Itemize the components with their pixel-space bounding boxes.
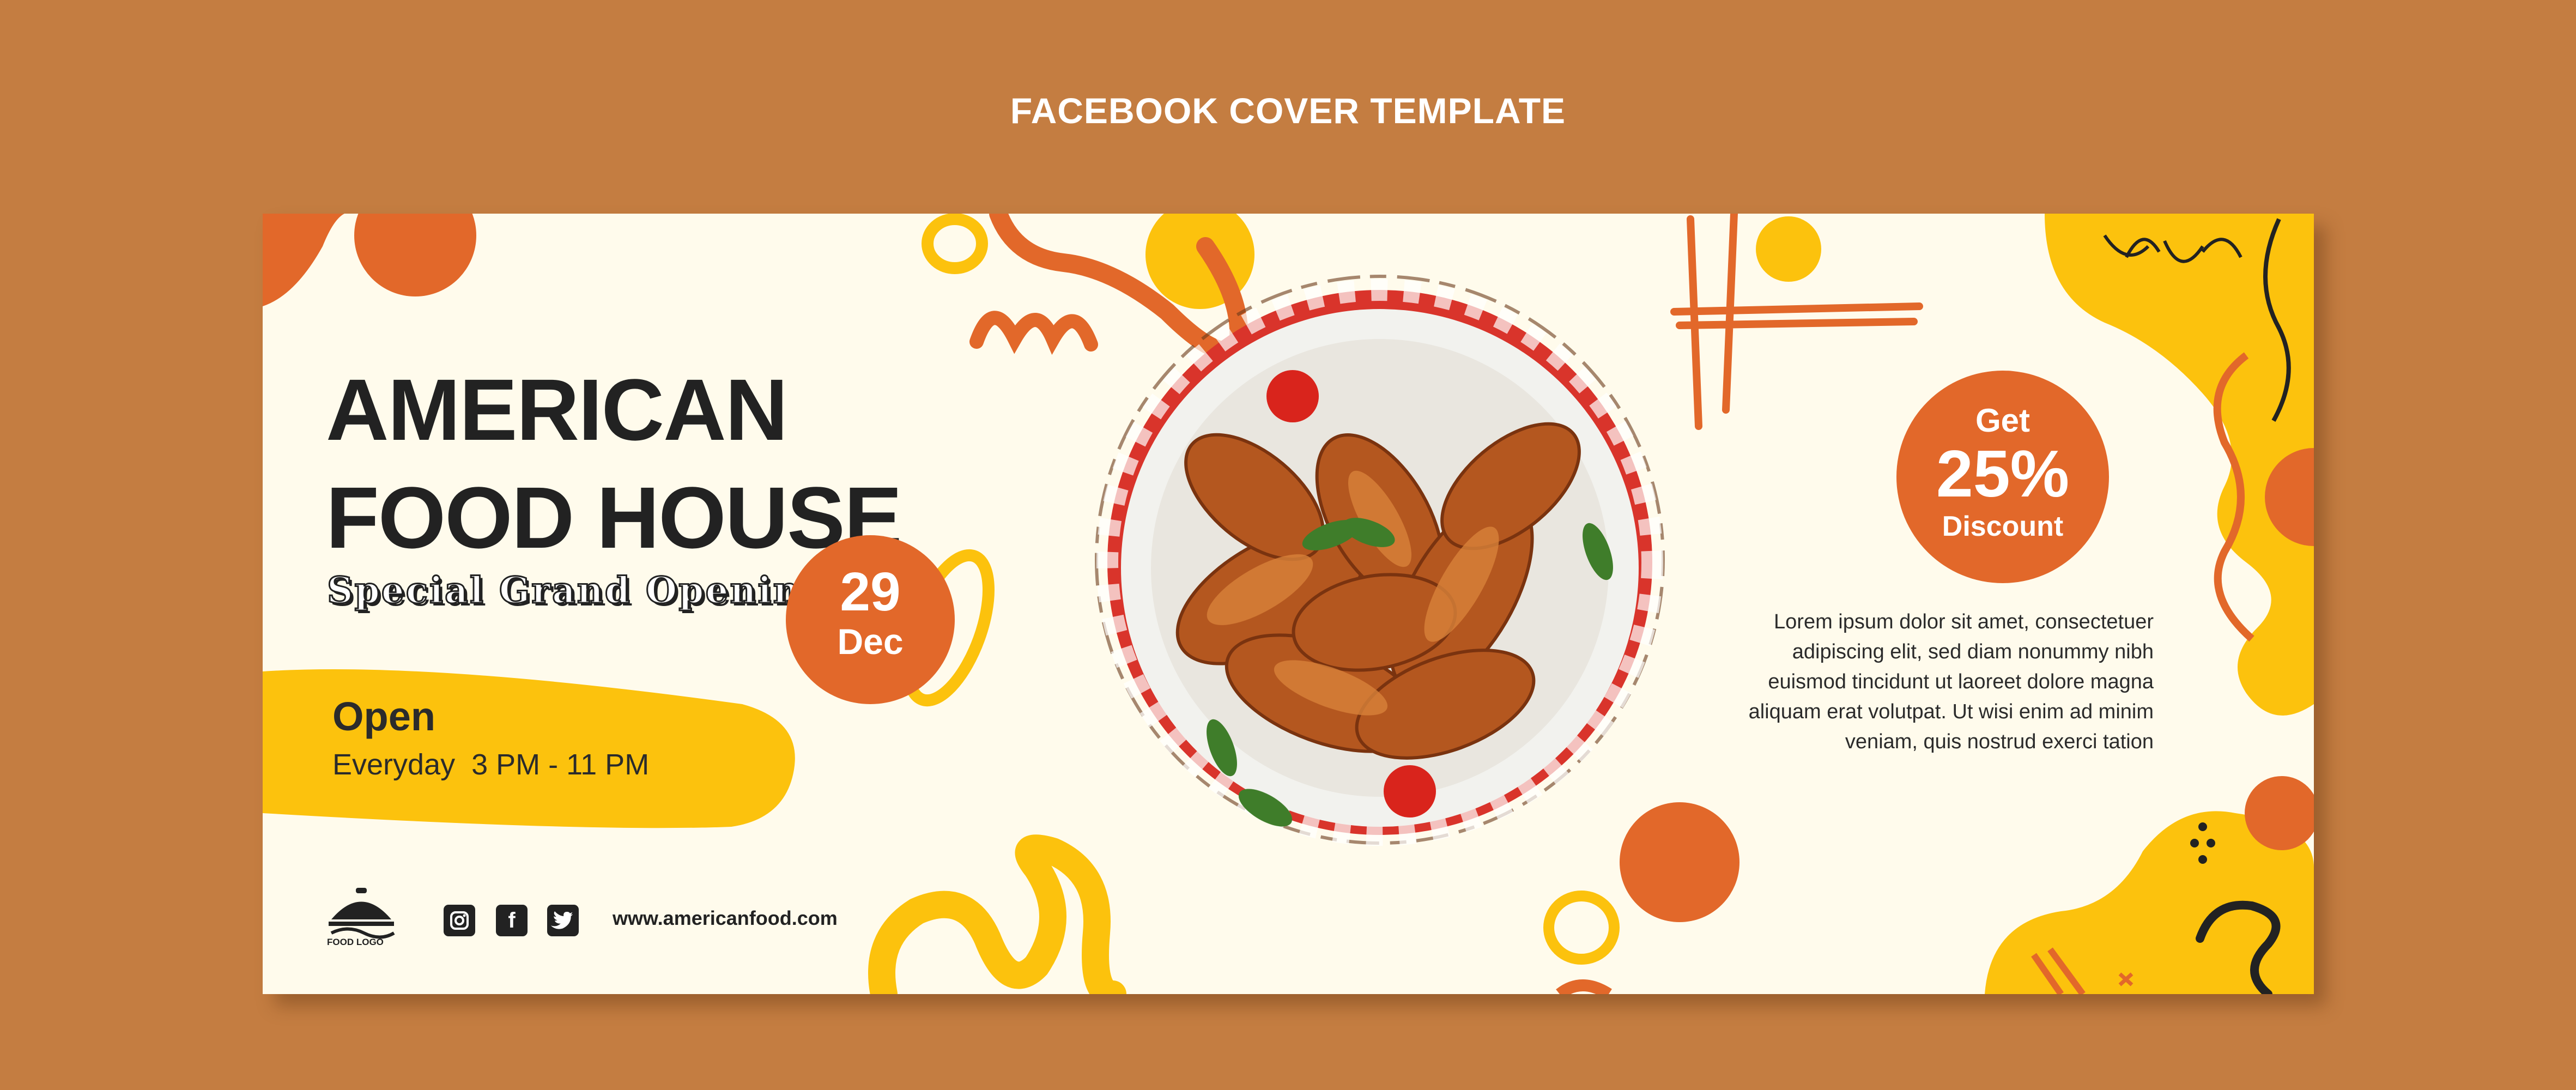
yellow-circle-topright (1756, 216, 1821, 282)
date-month: Dec (837, 621, 904, 662)
orange-wave-top (969, 311, 1098, 355)
date-badge: 29 Dec (786, 535, 955, 704)
orange-circle-topleft (354, 214, 476, 296)
logo-text: FOOD LOGO (327, 937, 384, 947)
tomato-bottom (1384, 765, 1436, 818)
body-text: Lorem ipsum dolor sit amet, consectetuer… (1707, 607, 2154, 757)
instagram-icon[interactable] (444, 905, 475, 936)
open-label: Open (332, 694, 436, 739)
body-line: adipiscing elit, sed diam nonummy nibh (1792, 640, 2154, 663)
twitter-icon[interactable] (547, 905, 579, 936)
tomato-top (1266, 370, 1319, 422)
orange-arc-bottom (1556, 979, 1612, 994)
discount-bottom: Discount (1942, 511, 2064, 542)
facebook-icon[interactable]: f (496, 905, 528, 936)
discount-top: Get (1975, 402, 2031, 439)
open-hours: Everyday 3 PM - 11 PM (332, 748, 650, 781)
website-link[interactable]: www.americanfood.com (613, 907, 838, 930)
body-line: aliquam erat volutpat. Ut wisi enim ad m… (1748, 700, 2154, 723)
yellow-squiggle-bottom (868, 834, 1126, 994)
yellow-ring-bottom (1543, 891, 1620, 965)
facebook-cover: AMERICAN FOOD HOUSE Special Grand Openin… (263, 214, 2314, 994)
body-line: veniam, quis nostrud exerci tation (1845, 730, 2154, 753)
subtitle: Special Grand Opening (326, 568, 828, 613)
orange-blob-topleft (263, 214, 344, 306)
discount-value: 25% (1936, 437, 2070, 511)
orange-circle-bottom (1620, 802, 1739, 922)
yellow-loop-top (922, 214, 988, 274)
headline-line-1: AMERICAN (326, 361, 788, 458)
body-line: Lorem ipsum dolor sit amet, consectetuer (1774, 610, 2154, 633)
discount-badge: Get 25% Discount (1896, 371, 2109, 583)
body-line: euismod tincidunt ut laoreet dolore magn… (1768, 670, 2154, 693)
date-day: 29 (840, 561, 901, 622)
page-title: FACEBOOK COVER TEMPLATE (1010, 90, 1566, 131)
headline-line-2: FOOD HOUSE (326, 469, 902, 566)
